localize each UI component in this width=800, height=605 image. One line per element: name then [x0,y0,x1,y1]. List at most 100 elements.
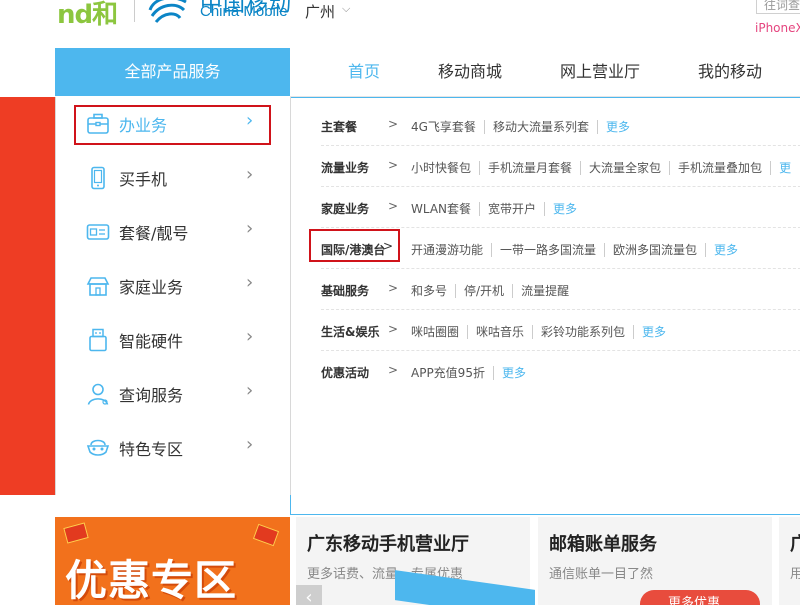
service-category[interactable]: 主套餐 [321,118,357,135]
menu-item-label: 买手机 [119,170,168,189]
service-link[interactable]: 大流量全家包 [580,161,670,175]
chevron-right-icon: › [246,326,254,347]
card-partial[interactable]: 广 用 [779,517,800,605]
chevron-right-icon: > [388,363,399,377]
service-row: 基础服务 > 和多号 停/开机 流量提醒 [321,270,800,310]
service-link[interactable]: 彩铃功能系列包 [532,325,634,339]
phone-icon [91,166,105,190]
header: nd和 中国移动 China Mobile 广州 ⌵ 往词查 iPhoneX [0,0,800,46]
chevron-right-icon: › [246,164,254,185]
service-link[interactable]: 4G飞享套餐 [411,120,484,134]
service-links: WLAN套餐 宽带开户 更多 [411,200,578,217]
chevron-right-icon: › [246,434,254,455]
more-link[interactable]: 更多 [544,202,578,216]
service-link[interactable]: 宽带开户 [479,202,545,216]
chevron-right-icon: > [388,158,399,172]
promo-banner[interactable]: 优惠专区 [55,517,290,605]
service-links: APP充值95折 更多 [411,364,526,381]
service-link[interactable]: APP充值95折 [411,366,493,380]
service-category[interactable]: 流量业务 [321,159,369,176]
service-link[interactable]: 欧洲多国流量包 [604,243,706,257]
service-link[interactable]: 小时快餐包 [411,161,479,175]
chevron-down-icon[interactable]: ⌵ [342,2,350,16]
card-badge: 更多优惠 [668,596,721,605]
menu-item-label: 套餐/靓号 [119,224,189,243]
brand-en: China Mobile [200,3,288,20]
tab-mall[interactable]: 移动商城 [438,48,502,96]
service-links: 4G飞享套餐 移动大流量系列套 更多 [411,118,630,135]
service-link[interactable]: 停/开机 [455,284,513,298]
menu-item-label: 查询服务 [119,386,184,405]
service-links: 小时快餐包 手机流量月套餐 大流量全家包 手机流量叠加包更 [411,159,800,176]
more-link[interactable]: 更多 [596,120,630,134]
more-link[interactable]: 更多 [705,243,739,257]
service-link[interactable]: 手机流量叠加包 [669,161,771,175]
main-nav: 首页 移动商城 网上营业厅 我的移动 [290,48,800,96]
menu-item-smart-hardware[interactable]: 智能硬件 › [56,313,290,367]
menu-item-buy-phone[interactable]: 买手机 › [56,151,290,205]
side-menu: 办业务 › 买手机 › 套餐/靓号 › 家庭业务 › 智能硬件 › 查询服务 › [55,97,291,495]
service-link[interactable]: 移动大流量系列套 [483,120,597,134]
tab-home[interactable]: 首页 [348,48,380,96]
china-mobile-emblem-icon [148,0,187,24]
search-input[interactable]: 往词查 [756,0,800,14]
chevron-right-icon: › [246,272,254,293]
service-link[interactable]: 一带一路多国流量 [491,243,605,257]
highlight-box [74,105,271,145]
menu-item-plans[interactable]: 套餐/靓号 › [56,205,290,259]
carousel-prev-button[interactable]: ‹ [296,585,322,605]
service-category[interactable]: 生活&娱乐 [321,323,379,340]
more-link[interactable]: 更多 [492,366,526,380]
service-link[interactable]: 咪咕音乐 [467,325,533,339]
menu-item-featured[interactable]: 特色专区 › [56,421,290,475]
chevron-right-icon: > [383,239,394,253]
chevron-right-icon: > [388,322,399,336]
menu-item-query[interactable]: 查询服务 › [56,367,290,421]
all-services-button[interactable]: 全部产品服务 [55,48,290,96]
service-category[interactable]: 优惠活动 [321,364,369,381]
service-link[interactable]: 手机流量月套餐 [479,161,581,175]
more-link[interactable]: 更多 [633,325,667,339]
service-row: 流量业务 > 小时快餐包 手机流量月套餐 大流量全家包 手机流量叠加包更 [321,147,800,187]
logo-divider [134,0,135,22]
service-link[interactable]: 咪咕圈圈 [411,325,467,339]
chevron-right-icon: > [388,117,399,131]
service-row: 主套餐 > 4G飞享套餐 移动大流量系列套 更多 [321,106,800,146]
he-logo[interactable]: nd和 [57,0,118,31]
service-link[interactable]: 开通漫游功能 [411,243,491,257]
red-envelope-icon [63,522,89,544]
city-selector[interactable]: 广州 [305,1,335,22]
service-link[interactable]: 和多号 [411,284,455,298]
promo-title: 优惠专区 [65,556,238,605]
service-link[interactable]: 流量提醒 [512,284,578,298]
chevron-right-icon: > [388,199,399,213]
mask-icon [86,439,110,456]
menu-item-label: 智能硬件 [119,332,184,351]
service-links: 和多号 停/开机 流量提醒 [411,282,578,299]
service-panel: 主套餐 > 4G飞享套餐 移动大流量系列套 更多 流量业务 > 小时快餐包 手机流量月… [290,97,800,515]
card-title: 广东移动手机营业厅 [307,534,469,555]
tab-my-mobile[interactable]: 我的移动 [698,48,762,96]
page: nd和 中国移动 China Mobile 广州 ⌵ 往词查 iPhoneX 全… [0,0,800,605]
menu-item-label: 特色专区 [119,440,184,459]
service-link[interactable]: WLAN套餐 [411,202,479,216]
service-row: 优惠活动 > APP充值95折 更多 [321,352,800,392]
menu-item-label: 家庭业务 [119,278,184,297]
chevron-right-icon: › [246,218,254,239]
home-icon [86,277,110,296]
service-category[interactable]: 家庭业务 [321,200,369,217]
menu-item-home[interactable]: 家庭业务 › [56,259,290,313]
more-link[interactable]: 更 [770,161,800,175]
card-title: 广 [790,534,800,555]
hot-search-link[interactable]: iPhoneX [755,21,800,35]
card-title: 邮箱账单服务 [549,534,657,555]
service-links: 开通漫游功能 一带一路多国流量 欧洲多国流量包 更多 [411,241,739,258]
service-row: 生活&娱乐 > 咪咕圈圈 咪咕音乐 彩铃功能系列包 更多 [321,311,800,351]
card-subtitle: 通信账单一目了然 [549,567,654,582]
chevron-right-icon: > [388,281,399,295]
service-row: 家庭业务 > WLAN套餐 宽带开户 更多 [321,188,800,228]
chevron-right-icon: › [246,380,254,401]
tab-online-hall[interactable]: 网上营业厅 [560,48,640,96]
card-subtitle: 用 [790,567,800,582]
service-category[interactable]: 基础服务 [321,282,369,299]
